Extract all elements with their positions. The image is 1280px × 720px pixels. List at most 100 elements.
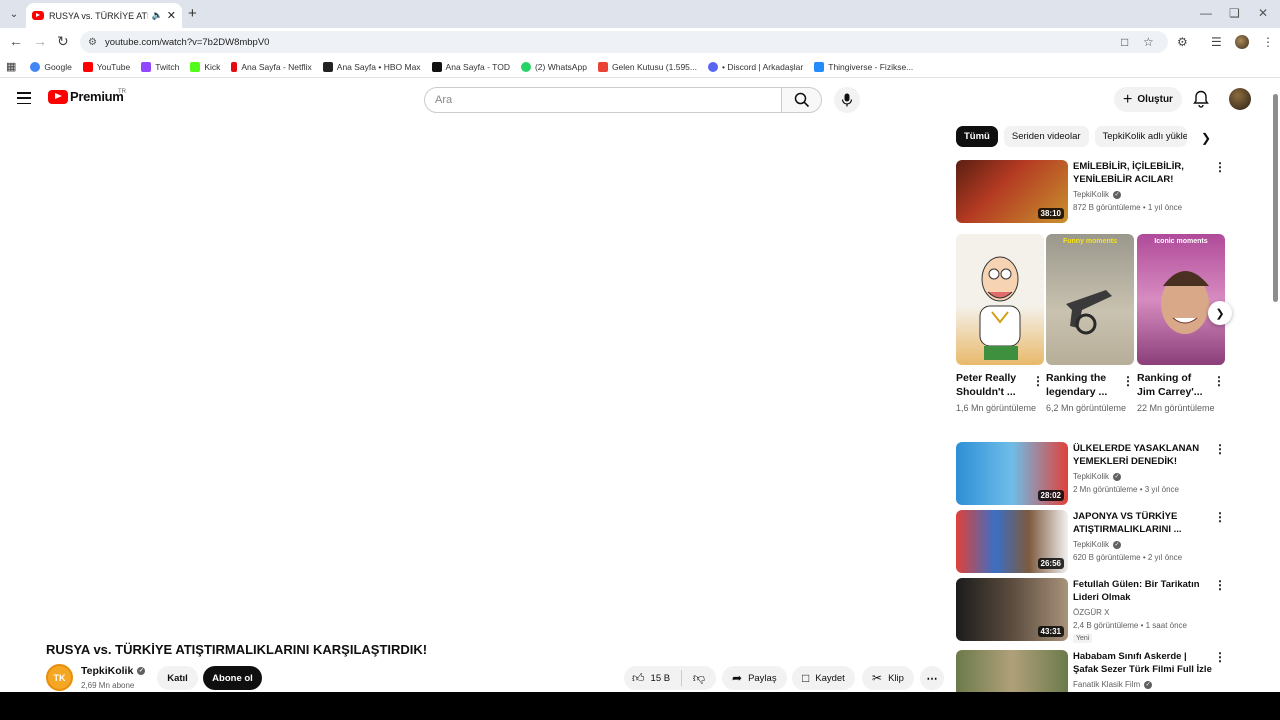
apps-grid-icon[interactable]: ▦ [6, 60, 16, 73]
short-thumbnail[interactable] [956, 234, 1044, 365]
recommendation-channel[interactable]: TepkiKolik ✓ [1073, 540, 1122, 549]
more-options-icon[interactable]: ⋮ [1213, 374, 1225, 388]
video-thumbnail[interactable]: 38:10 [956, 160, 1068, 223]
short-title[interactable]: Ranking the legendary ... [1046, 371, 1120, 399]
create-button[interactable]: + Oluştur [1114, 87, 1182, 112]
recommendation-channel[interactable]: TepkiKolik ✓ [1073, 190, 1122, 199]
video-thumbnail[interactable]: 26:56 [956, 510, 1068, 573]
youtube-premium-logo[interactable]: Premium [48, 89, 124, 104]
recommendation-title[interactable]: ÜLKELERDE YASAKLANAN YEMEKLERİ DENEDİK! [1073, 442, 1213, 468]
subscribe-button[interactable]: Abone ol [203, 666, 262, 690]
recommendation-channel[interactable]: TepkiKolik ✓ [1073, 472, 1122, 481]
short-title[interactable]: Peter Really Shouldn't ... [956, 371, 1030, 399]
more-options-icon[interactable]: ⋮ [1214, 650, 1226, 664]
short-item[interactable]: Iconic moments Ranking of Jim Carrey'...… [1137, 234, 1225, 415]
minimize-icon[interactable]: — [1200, 6, 1212, 20]
bookmark-hbo[interactable]: Ana Sayfa • HBO Max [322, 61, 421, 72]
hamburger-menu-icon[interactable] [17, 92, 31, 104]
video-thumbnail[interactable]: 43:31 [956, 578, 1068, 641]
more-options-icon[interactable]: ⋮ [1122, 374, 1134, 388]
search-input[interactable]: Ara [424, 87, 782, 113]
recommendation-item[interactable]: 26:56 JAPONYA VS TÜRKİYE ATIŞTIRMALIKLAR… [956, 510, 1228, 574]
scrollbar-thumb[interactable] [1273, 94, 1278, 302]
bookmark-discord[interactable]: • Discord | Arkadaşlar [708, 61, 803, 72]
forward-arrow-icon[interactable]: → [33, 33, 47, 49]
chevron-right-icon[interactable]: ❯ [1201, 131, 1211, 145]
share-button[interactable]: ➦ Paylaş [722, 666, 787, 690]
notifications-bell-icon[interactable] [1193, 90, 1209, 113]
bookmark-youtube[interactable]: YouTube [82, 61, 130, 72]
recommendation-title[interactable]: EMİLEBİLİR, İÇİLEBİLİR, YENİLEBİLİR ACIL… [1073, 160, 1213, 186]
browser-profile-avatar[interactable] [1235, 35, 1249, 49]
more-options-icon[interactable]: ⋮ [1214, 578, 1226, 592]
bookmark-kick[interactable]: Kick [190, 61, 220, 72]
search-button[interactable] [781, 87, 822, 113]
account-avatar[interactable] [1229, 88, 1251, 110]
site-info-icon[interactable]: ⚙ [88, 37, 97, 48]
chip-all[interactable]: Tümü [956, 126, 998, 147]
new-tab-icon[interactable]: + [188, 5, 197, 22]
tab-close-icon[interactable]: ✕ [167, 9, 176, 22]
reload-icon[interactable]: ↻ [57, 33, 69, 50]
chip-series[interactable]: Seriden videolar [1003, 126, 1089, 147]
channel-name-link[interactable]: TepkiKolik ✓ [81, 665, 146, 677]
like-button[interactable]: 👍︎ 15 B [624, 670, 682, 686]
short-title[interactable]: Ranking of Jim Carrey'... [1137, 371, 1211, 399]
short-thumbnail[interactable]: Funny moments [1046, 234, 1134, 365]
back-arrow-icon[interactable]: ← [9, 33, 23, 49]
recommendation-item[interactable]: 28:02 ÜLKELERDE YASAKLANAN YEMEKLERİ DEN… [956, 442, 1228, 506]
recommendation-item[interactable]: Hababam Sınıfı Askerde | Şafak Sezer Tür… [956, 650, 1228, 692]
short-item[interactable]: Peter Really Shouldn't ... 1,6 Mn görünt… [956, 234, 1044, 415]
voice-search-button[interactable] [834, 87, 860, 113]
media-controls-icon[interactable]: ☰ [1211, 35, 1222, 49]
video-thumbnail[interactable] [956, 650, 1068, 692]
taskbar-strip [0, 692, 1280, 720]
restore-icon[interactable]: ❏ [1229, 6, 1240, 20]
save-button[interactable]: □ Kaydet [792, 666, 855, 690]
more-options-icon[interactable]: ⋮ [1214, 510, 1226, 524]
browser-menu-icon[interactable]: ⋮ [1262, 35, 1274, 49]
install-app-icon[interactable]: □ [1121, 35, 1128, 49]
bookmark-star-icon[interactable]: ☆ [1143, 35, 1154, 49]
window-close-icon[interactable]: ✕ [1258, 6, 1268, 20]
recommendation-item[interactable]: 43:31 Fetullah Gülen: Bir Tarikatın Lide… [956, 578, 1228, 643]
bookmark-thingiverse[interactable]: Thingiverse - Fizikse... [814, 61, 913, 72]
recommendation-channel[interactable]: ÖZGÜR X [1073, 608, 1109, 617]
bookmark-google[interactable]: Google [30, 61, 72, 72]
clip-button[interactable]: ✂ Klip [862, 666, 914, 690]
like-count: 15 B [650, 672, 671, 684]
shorts-next-chevron-icon[interactable]: ❯ [1208, 301, 1232, 325]
more-options-icon[interactable]: ⋮ [1214, 160, 1226, 174]
thumbs-up-icon: 👍︎ [632, 670, 645, 685]
recommendation-title[interactable]: Hababam Sınıfı Askerde | Şafak Sezer Tür… [1073, 650, 1213, 676]
short-item[interactable]: Funny moments Ranking the legendary ... … [1046, 234, 1134, 415]
cartoon-figure-icon [979, 256, 1021, 360]
video-thumbnail[interactable]: 28:02 [956, 442, 1068, 505]
extensions-icon[interactable]: ⚙ [1177, 35, 1188, 49]
join-button[interactable]: Katıl [157, 666, 198, 690]
more-options-icon[interactable]: ⋮ [1214, 442, 1226, 456]
recommendation-channel[interactable]: Fanatik Klasik Film ✓ [1073, 680, 1153, 689]
dislike-button[interactable]: 👎︎ [682, 671, 716, 686]
recommendation-item[interactable]: 38:10 EMİLEBİLİR, İÇİLEBİLİR, YENİLEBİLİ… [956, 160, 1228, 224]
video-player[interactable] [46, 124, 924, 624]
tab-search-icon[interactable]: ⌄ [4, 4, 24, 24]
bookmark-netflix[interactable]: Ana Sayfa - Netflix [231, 61, 312, 72]
more-options-icon[interactable]: ⋮ [1032, 374, 1044, 388]
address-bar[interactable]: ⚙ youtube.com/watch?v=7b2DW8mbpV0 [80, 31, 1168, 53]
bookmark-twitch[interactable]: Twitch [141, 61, 179, 72]
bookmark-whatsapp[interactable]: (2) WhatsApp [520, 61, 587, 72]
bookmark-tod[interactable]: Ana Sayfa - TOD [431, 61, 510, 72]
bookmark-gmail[interactable]: Gelen Kutusu (1.595... [597, 61, 697, 72]
recommendation-meta: 620 B görüntüleme • 2 yıl önce [1073, 553, 1183, 562]
page-scrollbar[interactable] [1272, 86, 1280, 692]
recommendation-title[interactable]: JAPONYA VS TÜRKİYE ATIŞTIRMALIKLARINI ..… [1073, 510, 1213, 536]
channel-avatar[interactable]: TK [46, 664, 73, 691]
speaker-icon[interactable]: 🔈 [152, 10, 163, 21]
thumbs-down-icon: 👎︎ [692, 670, 706, 685]
short-thumbnail[interactable]: Iconic moments [1137, 234, 1225, 365]
recommendation-title[interactable]: Fetullah Gülen: Bir Tarikatın Lideri Olm… [1073, 578, 1213, 604]
browser-tab-active[interactable]: RUSYA vs. TÜRKİYE ATIŞTIRMAL 🔈 ✕ [26, 3, 182, 28]
chip-uploader[interactable]: TepkiKolik adlı yükleyen [1094, 126, 1187, 147]
more-actions-icon[interactable]: ⋯ [920, 666, 944, 690]
